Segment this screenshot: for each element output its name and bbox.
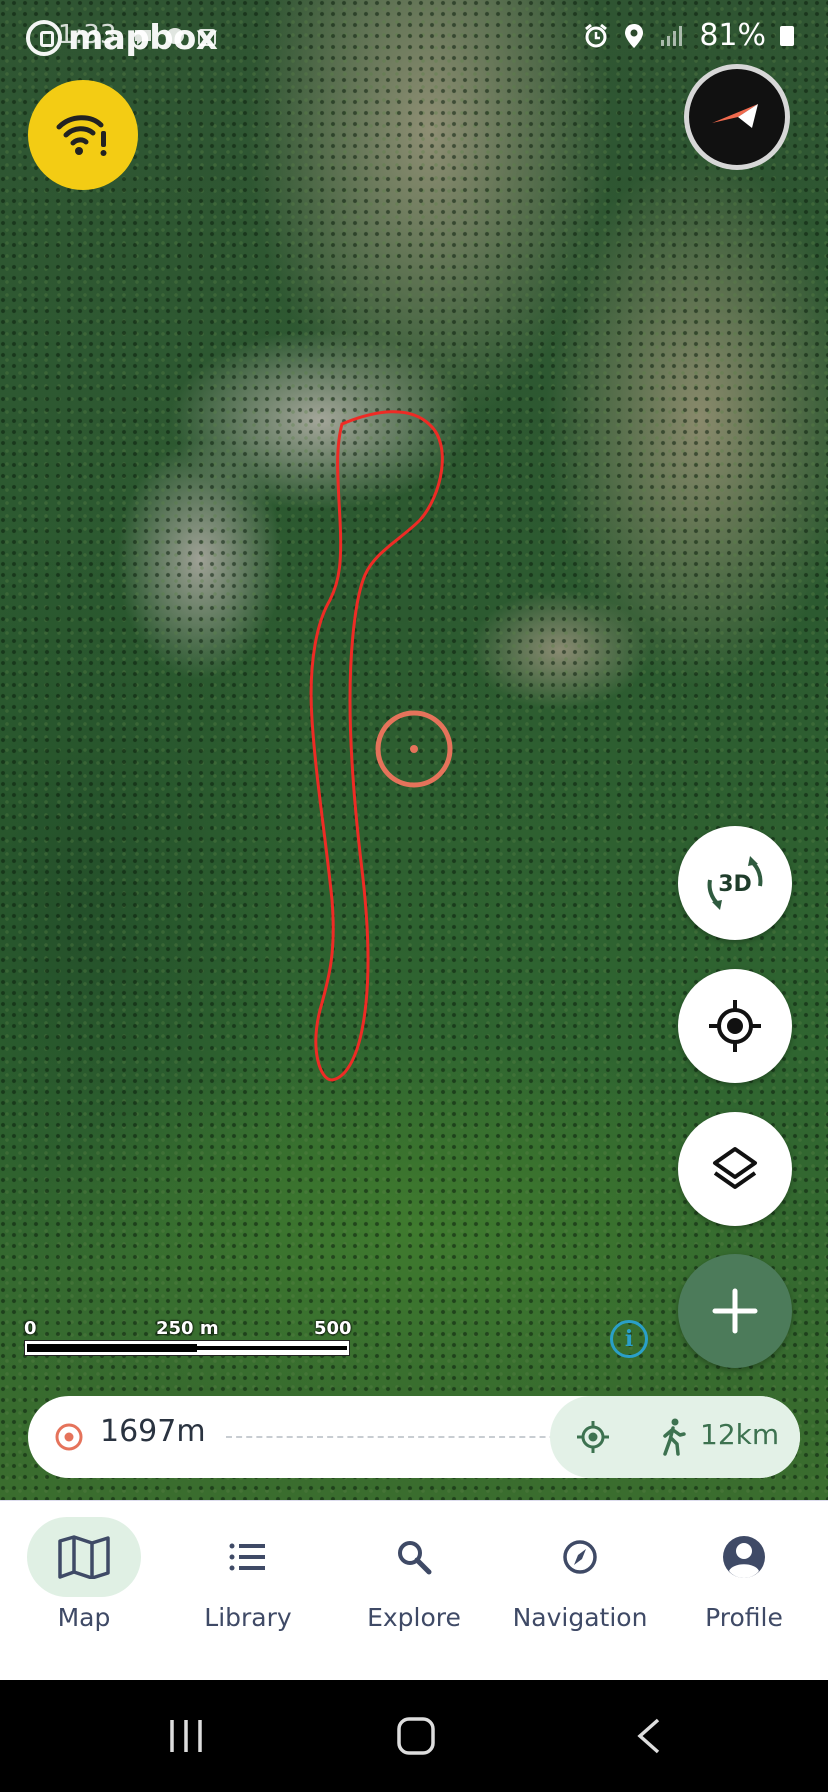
signal-icon xyxy=(661,25,683,46)
nav-icon-wrap xyxy=(523,1517,637,1597)
nav-label-map: Map xyxy=(57,1603,111,1632)
map-layers-button[interactable] xyxy=(678,1112,792,1226)
nav-label-profile: Profile xyxy=(705,1603,783,1632)
status-time: 1:33 xyxy=(58,20,117,50)
my-location-button[interactable] xyxy=(678,969,792,1083)
nav-tab-library[interactable]: Library xyxy=(168,1517,328,1657)
system-navigation-bar xyxy=(0,1680,828,1792)
search-icon xyxy=(398,1541,432,1575)
profile-icon xyxy=(723,1536,765,1578)
list-icon xyxy=(229,1543,265,1571)
back-button[interactable] xyxy=(620,1708,680,1764)
nav-icon-wrap xyxy=(191,1517,305,1597)
layers-icon xyxy=(713,1147,757,1189)
compass-needle-icon xyxy=(712,104,758,128)
calendar-notification-icon xyxy=(196,22,218,46)
rotate-3d-icon: 3D xyxy=(707,856,763,910)
map-scale-bar: 0 250 m 500 m xyxy=(22,1318,352,1362)
toggle-3d-label: 3D xyxy=(718,872,752,897)
recent-apps-button[interactable] xyxy=(156,1708,216,1764)
nav-tab-navigation[interactable]: Navigation xyxy=(500,1517,660,1657)
nav-icon-wrap xyxy=(687,1517,801,1597)
add-button[interactable] xyxy=(678,1254,792,1368)
nav-label-explore: Explore xyxy=(367,1603,461,1632)
distance-to-target: 1697m xyxy=(100,1414,206,1449)
nav-label-navigation: Navigation xyxy=(512,1603,648,1632)
compass-button[interactable] xyxy=(684,64,790,170)
scale-bar-graphic xyxy=(24,1340,350,1356)
mapbox-mark-icon xyxy=(26,20,62,56)
target-icon xyxy=(55,1423,83,1451)
nav-tab-profile[interactable]: Profile xyxy=(664,1517,824,1657)
distance-bar-right[interactable]: 12km xyxy=(550,1396,800,1478)
gps-icon xyxy=(577,1421,609,1453)
back-icon xyxy=(637,1718,660,1754)
nav-label-library: Library xyxy=(204,1603,292,1632)
location-marker-dot xyxy=(410,745,418,753)
nav-icon-wrap xyxy=(27,1517,141,1597)
plus-icon xyxy=(712,1288,758,1334)
offline-warning-button[interactable] xyxy=(28,80,138,190)
distance-bar[interactable]: 1697m 12km xyxy=(28,1396,800,1478)
battery-icon xyxy=(780,25,794,46)
map-icon xyxy=(58,1535,110,1579)
bottom-navigation: Map Library Explore Navigation Profile xyxy=(0,1500,828,1681)
distance-dashed-line xyxy=(226,1436,586,1438)
walking-distance: 12km xyxy=(700,1418,780,1451)
crosshair-icon xyxy=(709,1000,761,1052)
scale-label-0: 0 xyxy=(24,1318,37,1339)
nav-tab-map[interactable]: Map xyxy=(4,1517,164,1657)
toggle-3d-button[interactable]: 3D xyxy=(678,826,792,940)
home-button[interactable] xyxy=(386,1708,446,1764)
home-icon xyxy=(397,1717,435,1755)
notification-icons xyxy=(132,22,218,46)
alarm-icon xyxy=(585,23,608,47)
status-bar: mapbox 1:33 81% xyxy=(0,14,828,58)
recent-apps-icon xyxy=(170,1720,202,1752)
status-right: 81% xyxy=(583,18,794,53)
wifi-warning-icon xyxy=(56,115,107,156)
message-notification-icon xyxy=(132,22,154,45)
map-info-button[interactable]: i xyxy=(610,1320,648,1358)
location-status-icon xyxy=(625,23,644,48)
compass-icon xyxy=(563,1540,597,1574)
battery-percent: 81% xyxy=(699,18,766,53)
nav-icon-wrap xyxy=(357,1517,471,1597)
nav-tab-explore[interactable]: Explore xyxy=(334,1517,494,1657)
scale-label-250: 250 m xyxy=(156,1318,219,1339)
walking-icon xyxy=(663,1418,686,1456)
messenger-notification-icon xyxy=(164,22,186,44)
